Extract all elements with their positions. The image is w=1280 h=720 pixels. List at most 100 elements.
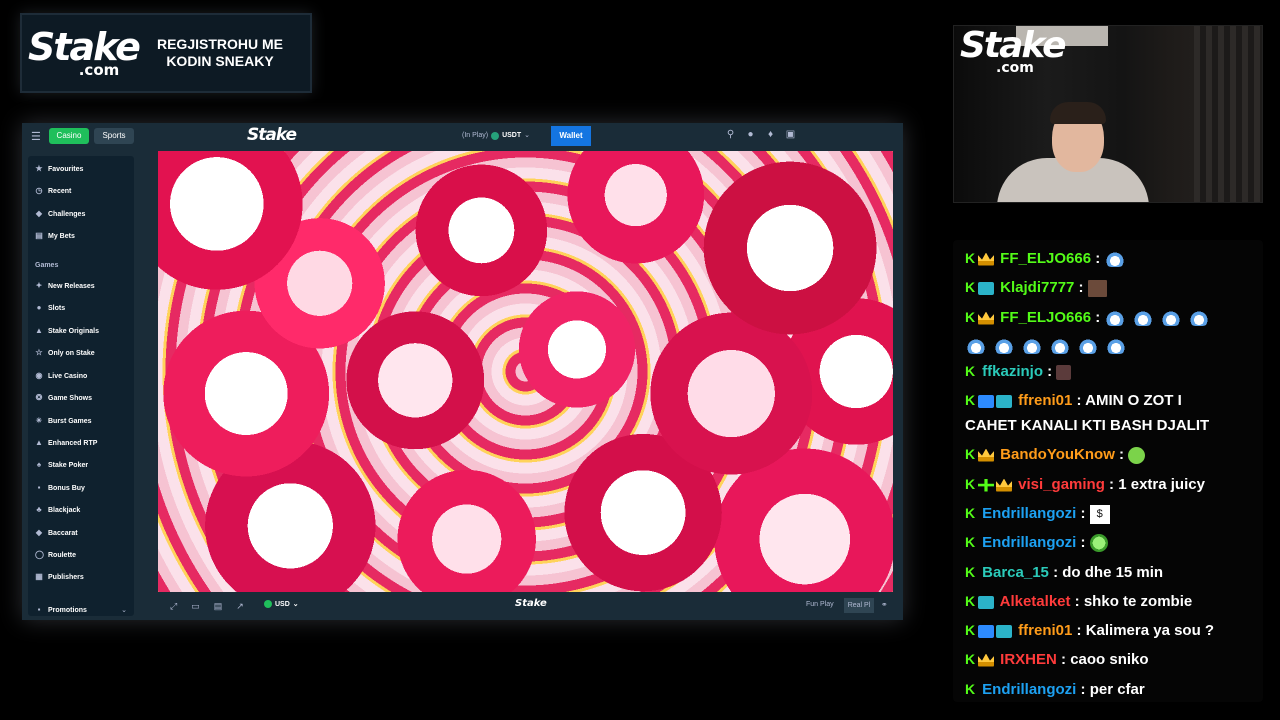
user-icon[interactable]: ● (745, 129, 756, 140)
chat-username[interactable]: FF_ELJO666 (1000, 309, 1091, 326)
kick-icon: K (965, 564, 976, 580)
balance-currency: USDT (502, 132, 522, 139)
chat-panel-icon[interactable]: ▣ (785, 129, 796, 140)
sidebar-item-challenges[interactable]: ◆ Challenges (35, 210, 85, 218)
star-icon: ☆ (35, 348, 43, 357)
chart-icon: ▲ (35, 438, 43, 447)
cards-icon: ♠ (36, 460, 42, 469)
sidebar-item-only-on-stake[interactable]: ☆ Only on Stake (35, 348, 94, 357)
wallet-button[interactable]: Wallet (551, 126, 591, 146)
search-icon[interactable]: ⚲ (725, 129, 736, 140)
receipt-icon: ▤ (35, 231, 43, 240)
chat-text: AMIN O ZOT I (1085, 392, 1182, 409)
sidebar-item-stake-poker[interactable]: ♠ Stake Poker (35, 461, 88, 469)
fullscreen-icon[interactable]: ⤢ (170, 601, 177, 612)
game-canvas[interactable] (158, 151, 893, 592)
sidebar-item-label: Promotions (48, 606, 87, 614)
kick-icon: K (965, 476, 976, 492)
chat-username[interactable]: Klajdi7777 (1000, 279, 1074, 296)
live-icon: ◉ (35, 371, 43, 380)
sidebar-item-stake-originals[interactable]: ▲ Stake Originals (35, 327, 99, 335)
sidebar-item-baccarat[interactable]: ◆ Baccarat (35, 529, 78, 537)
fun-play-toggle[interactable]: Fun Play (806, 601, 834, 608)
sidebar-item-label: Roulette (48, 551, 76, 559)
sidebar-item-label: Live Casino (48, 372, 88, 380)
sidebar-item-blackjack[interactable]: ♣ Blackjack (35, 506, 80, 514)
kick-icon: K (965, 534, 976, 550)
chat-username[interactable]: Alketalket (1000, 593, 1071, 610)
sidebar-item-roulette[interactable]: ◯ Roulette (35, 551, 76, 559)
sidebar-item-label: Baccarat (48, 529, 78, 537)
notification-bell-icon[interactable]: ♦ (765, 129, 776, 140)
sidebar-item-live-casino[interactable]: ◉ Live Casino (35, 371, 88, 380)
chat-message-continuation (965, 331, 1257, 360)
kick-icon: K (965, 446, 976, 462)
chat-username[interactable]: ffkazinjo (982, 363, 1043, 380)
stake-top-logo[interactable]: Stake (247, 125, 297, 145)
bee-emote-icon (1021, 338, 1043, 354)
chat-message: K Endrillangozi : (965, 528, 1257, 557)
sidebar-item-new-releases[interactable]: ✦ New Releases (35, 282, 95, 290)
crown-badge-icon (978, 311, 994, 325)
balance-label: (In Play) (462, 132, 489, 139)
bee-emote-icon (993, 338, 1015, 354)
chat-username[interactable]: Endrillangozi (982, 681, 1076, 698)
tab-sports[interactable]: Sports (94, 128, 134, 144)
sidebar-item-my-bets[interactable]: ▤ My Bets (35, 232, 75, 240)
popout-icon[interactable]: ↗ (236, 601, 244, 612)
sidebar-item-enhanced-rtp[interactable]: ▲ Enhanced RTP (35, 439, 97, 447)
sidebar-item-promotions[interactable]: ▪ Promotions (35, 606, 87, 614)
chat-username[interactable]: Barca_15 (982, 564, 1049, 581)
sidebar-item-recent[interactable]: ◷ Recent (35, 187, 72, 195)
chat-username[interactable]: visi_gaming (1018, 476, 1105, 493)
chat-username[interactable]: ffreni01 (1018, 622, 1072, 639)
chat-username[interactable]: ffreni01 (1018, 392, 1072, 409)
chat-username[interactable]: Endrillangozi (982, 534, 1076, 551)
sidebar-item-favourites[interactable]: ★ Favourites (35, 165, 83, 173)
pepe-emote-icon (1128, 446, 1146, 464)
chat-username[interactable]: IRXHEN (1000, 651, 1057, 668)
webcam-stake-logo: Stake .com (960, 28, 1067, 76)
card-icon: ♣ (36, 505, 42, 514)
kick-icon: K (965, 593, 976, 609)
sidebar-item-label: Favourites (48, 165, 84, 173)
subscriber-badge-icon (996, 394, 1012, 408)
sidebar-item-slots[interactable]: ● Slots (35, 303, 66, 312)
sidebar-item-label: Burst Games (48, 417, 92, 425)
crown-badge-icon (978, 653, 994, 667)
burst-icon: ✴ (35, 416, 43, 425)
chevron-down-icon[interactable]: ⌄ (121, 606, 127, 614)
verified-badge-icon (978, 394, 994, 408)
sidebar-item-publishers[interactable]: ▦ Publishers (35, 573, 84, 581)
sidebar-item-label: Bonus Buy (48, 484, 85, 492)
promo-code-text: REGJISTROHU ME KODIN SNEAKY (156, 36, 283, 69)
menu-icon[interactable]: ☰ (31, 130, 41, 143)
headphones-icon[interactable]: ⚭ (881, 600, 888, 609)
chat-message: K Barca_15 : do dhe 15 min (965, 558, 1257, 587)
tab-casino[interactable]: Casino (49, 128, 89, 144)
bee-emote-icon (1132, 310, 1155, 326)
chat-username[interactable]: BandoYouKnow (1000, 446, 1115, 463)
sidebar-item-game-shows[interactable]: ❂ Game Shows (35, 394, 92, 402)
emote-icon (1056, 364, 1072, 380)
sidebar-item-bonus-buy[interactable]: ▪ Bonus Buy (35, 484, 85, 492)
chat-username[interactable]: Endrillangozi (982, 505, 1076, 522)
kick-icon: K (965, 279, 976, 295)
stats-icon[interactable]: ▤ (214, 601, 223, 612)
star-icon: ★ (35, 164, 43, 173)
balance-selector[interactable]: (In Play) USDT ⌄ (462, 128, 530, 144)
sidebar-item-label: New Releases (48, 282, 95, 290)
sidebar-item-label: My Bets (48, 232, 75, 240)
cherry-icon: ● (36, 303, 42, 312)
usd-coin-icon (264, 600, 272, 608)
sidebar-item-burst-games[interactable]: ✴ Burst Games (35, 417, 92, 425)
chat-username[interactable]: FF_ELJO666 (1000, 250, 1091, 267)
kick-icon: K (965, 250, 976, 266)
real-play-toggle[interactable]: Real Pl (844, 598, 874, 613)
bee-emote-icon (1104, 310, 1127, 326)
theatre-mode-icon[interactable]: ▭ (191, 601, 200, 612)
game-currency-selector[interactable]: USD ⌄ (264, 600, 299, 608)
chat-message: K Endrillangozi : $ (965, 499, 1257, 528)
bee-emote-icon (1105, 338, 1127, 354)
gift-icon: ▪ (37, 605, 41, 614)
